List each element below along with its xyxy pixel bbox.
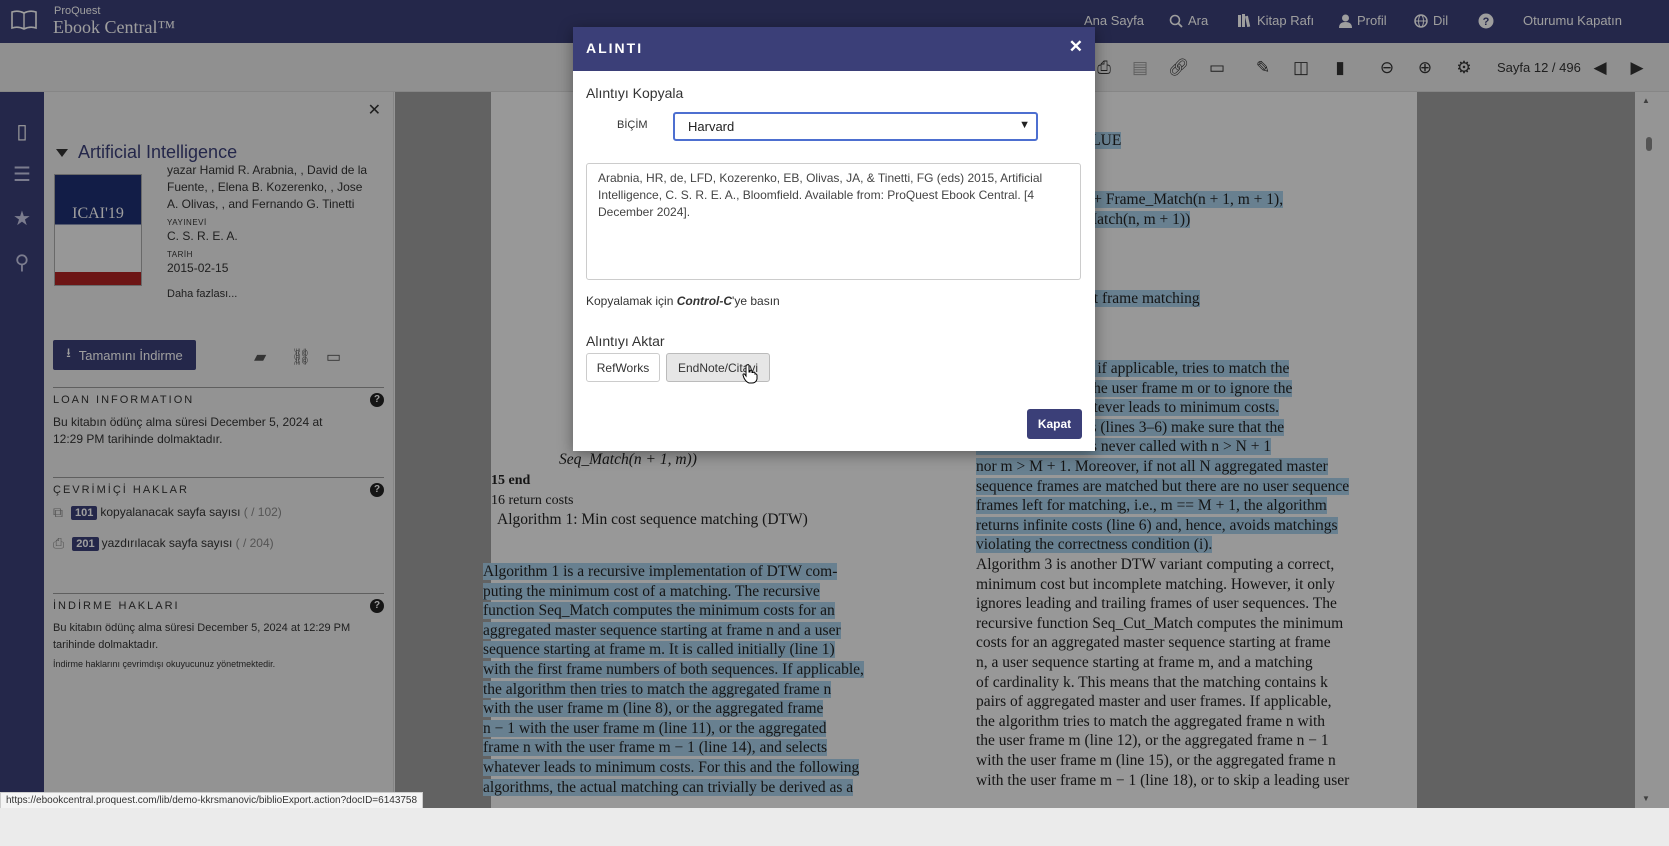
citation-format-value: Harvard (688, 119, 735, 134)
copy-hint-prefix: Kopyalamak için (586, 294, 677, 308)
copy-hint-key: Control-C (676, 294, 733, 308)
modal-title: ALINTI (586, 40, 644, 56)
export-citation-heading: Alıntıyı Aktar (586, 333, 665, 349)
hand-cursor-icon (742, 364, 758, 384)
citation-text-area[interactable]: Arabnia, HR, de, LFD, Kozerenko, EB, Oli… (586, 163, 1081, 280)
copy-citation-heading: Alıntıyı Kopyala (586, 85, 684, 101)
close-icon[interactable]: ✕ (1069, 37, 1083, 57)
status-bar-url: https://ebookcentral.proquest.com/lib/de… (0, 792, 424, 809)
citation-format-select[interactable]: Harvard ▼ (673, 112, 1038, 141)
copy-hint-suffix: 'ye basın (732, 294, 780, 308)
modal-header: ALINTI ✕ (573, 27, 1095, 71)
copy-hint: Kopyalamak için Control-C'ye basın (586, 294, 780, 308)
format-label: BİÇİM (617, 119, 648, 131)
close-button[interactable]: Kapat (1027, 409, 1082, 439)
refworks-button[interactable]: RefWorks (586, 353, 660, 382)
browser-bottom-area (0, 808, 1669, 846)
chevron-down-icon: ▼ (1019, 119, 1030, 131)
citation-modal: ALINTI ✕ Alıntıyı Kopyala BİÇİM Harvard … (573, 27, 1095, 451)
